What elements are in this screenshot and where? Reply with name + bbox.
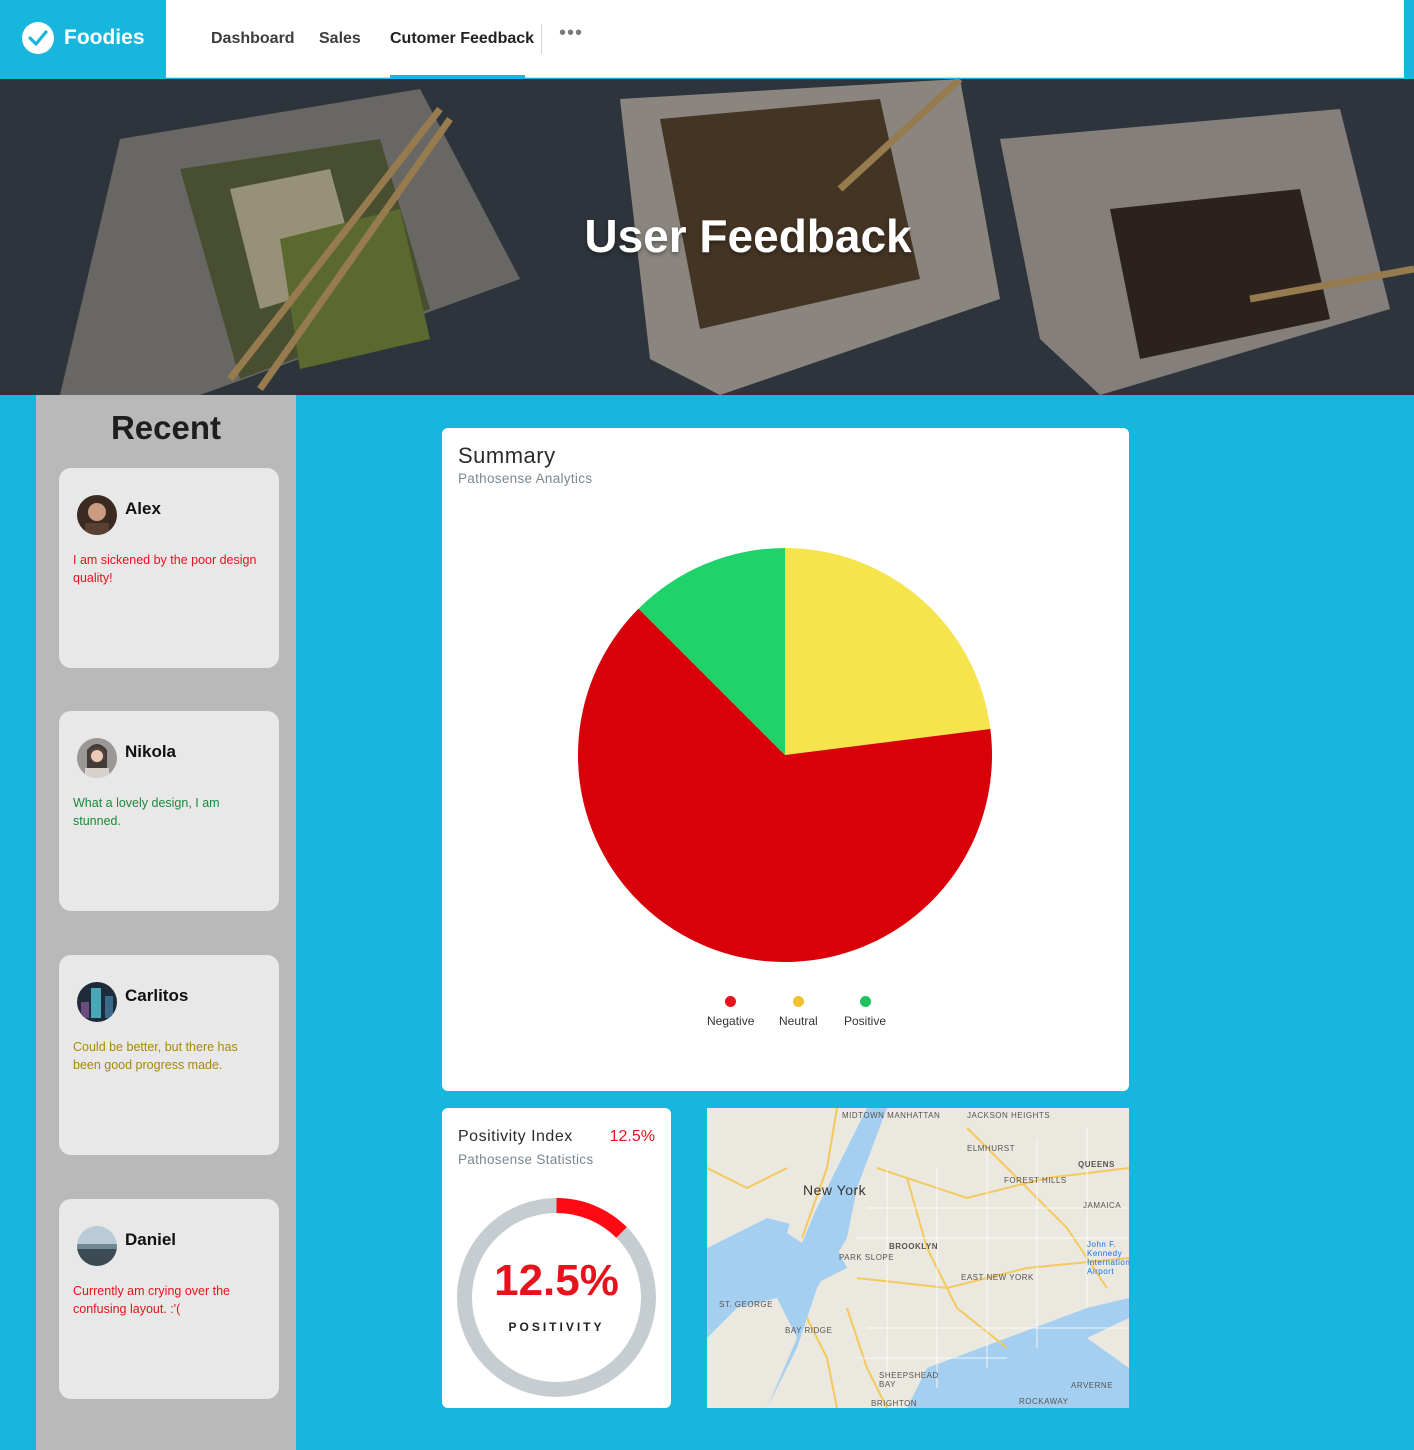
card-author: Nikola	[125, 742, 177, 761]
recent-title: Recent	[110, 409, 222, 446]
map-label: PARK SLOPE	[839, 1253, 895, 1262]
map-label: BRIGHTON	[871, 1399, 918, 1408]
avatar	[77, 495, 117, 535]
map-tiles	[707, 1108, 1129, 1408]
map-label: ST. GEORGE	[719, 1300, 773, 1309]
legend-label: Negative	[707, 1014, 755, 1028]
feedback-card[interactable]: Alex I am sickened by the poor design qu…	[59, 468, 279, 668]
recent-sidebar: Recent Alex I am sickened by the poor de…	[36, 395, 296, 1450]
card-message: Could be better, but there has been good…	[73, 1040, 238, 1072]
avatar	[77, 982, 117, 1022]
card-author: Alex	[125, 499, 161, 518]
nav-customer-feedback[interactable]: Cutomer Feedback	[390, 30, 534, 48]
summary-panel: Summary Pathosense Analytics Negative Ne…	[442, 428, 1129, 1091]
nav-dashboard[interactable]: Dashboard	[211, 30, 295, 48]
map-label: BROOKLYN	[889, 1242, 939, 1251]
legend-label: Neutral	[779, 1014, 818, 1028]
gauge-label: POSITIVITY	[508, 1320, 605, 1334]
map-label: BAY RIDGE	[785, 1326, 833, 1335]
feedback-card[interactable]: Nikola What a lovely design, I am stunne…	[59, 711, 279, 911]
map-label: MIDTOWN MANHATTAN	[842, 1111, 941, 1120]
card-message: What a lovely design, I am stunned.	[73, 796, 220, 828]
avatar	[77, 738, 117, 778]
map-label: FOREST HILLS	[1004, 1176, 1067, 1185]
top-navigation-bar: Foodies Dashboard Sales Cutomer Feedback…	[0, 0, 1404, 78]
map-label: ROCKAWAY	[1019, 1397, 1069, 1406]
legend-dot	[859, 996, 871, 1007]
gauge-fill	[556, 1198, 627, 1238]
legend-positive[interactable]: Positive	[844, 996, 886, 1028]
gauge-value: 12.5%	[494, 1256, 619, 1305]
map-label: QUEENS	[1078, 1160, 1115, 1169]
brand-name: Foodies	[64, 26, 145, 49]
legend-neutral[interactable]: Neutral	[779, 996, 818, 1028]
nav-divider	[541, 24, 542, 54]
map-label: JACKSON HEIGHTS	[967, 1111, 1051, 1120]
legend-label: Positive	[844, 1014, 887, 1028]
map-label: SHEEPSHEAD BAY	[879, 1371, 939, 1389]
positivity-subtitle: Pathosense Statistics	[458, 1152, 594, 1167]
map-label: ARVERNE	[1071, 1381, 1114, 1390]
card-message: Currently am crying over the confusing l…	[73, 1284, 231, 1316]
hero-banner: User Feedback	[0, 79, 1414, 395]
feedback-card[interactable]: Carlitos Could be better, but there has …	[59, 955, 279, 1155]
map-label: New York	[803, 1182, 867, 1198]
legend-dot	[792, 996, 804, 1007]
check-circle-icon	[22, 22, 54, 54]
page-title: User Feedback	[584, 210, 912, 262]
positivity-value-top: 12.5%	[609, 1128, 655, 1145]
nav-sales[interactable]: Sales	[319, 30, 361, 48]
brand[interactable]: Foodies	[0, 0, 166, 78]
map-label: EAST NEW YORK	[961, 1273, 1034, 1282]
card-message: I am sickened by the poor design quality…	[73, 553, 257, 585]
legend-negative[interactable]: Negative	[707, 996, 754, 1028]
map-label: John F. Kennedy International Airport	[1087, 1240, 1129, 1276]
feedback-card[interactable]: Daniel Currently am crying over the conf…	[59, 1199, 279, 1399]
positivity-title: Positivity Index	[458, 1128, 573, 1145]
location-map[interactable]: MIDTOWN MANHATTAN JACKSON HEIGHTS ELMHUR…	[707, 1108, 1129, 1408]
avatar	[77, 1226, 117, 1266]
map-label: JAMAICA	[1083, 1201, 1122, 1210]
pie-slice-neutral[interactable]	[785, 548, 991, 755]
sentiment-pie-chart	[578, 548, 992, 962]
legend-dot	[725, 996, 737, 1007]
card-author: Daniel	[125, 1230, 177, 1249]
map-label: ELMHURST	[967, 1144, 1016, 1153]
nav-active-indicator	[390, 75, 525, 78]
card-author: Carlitos	[125, 986, 189, 1005]
more-horizontal-icon[interactable]: •••	[559, 22, 583, 45]
positivity-panel: Positivity Index 12.5% Pathosense Statis…	[442, 1108, 671, 1408]
